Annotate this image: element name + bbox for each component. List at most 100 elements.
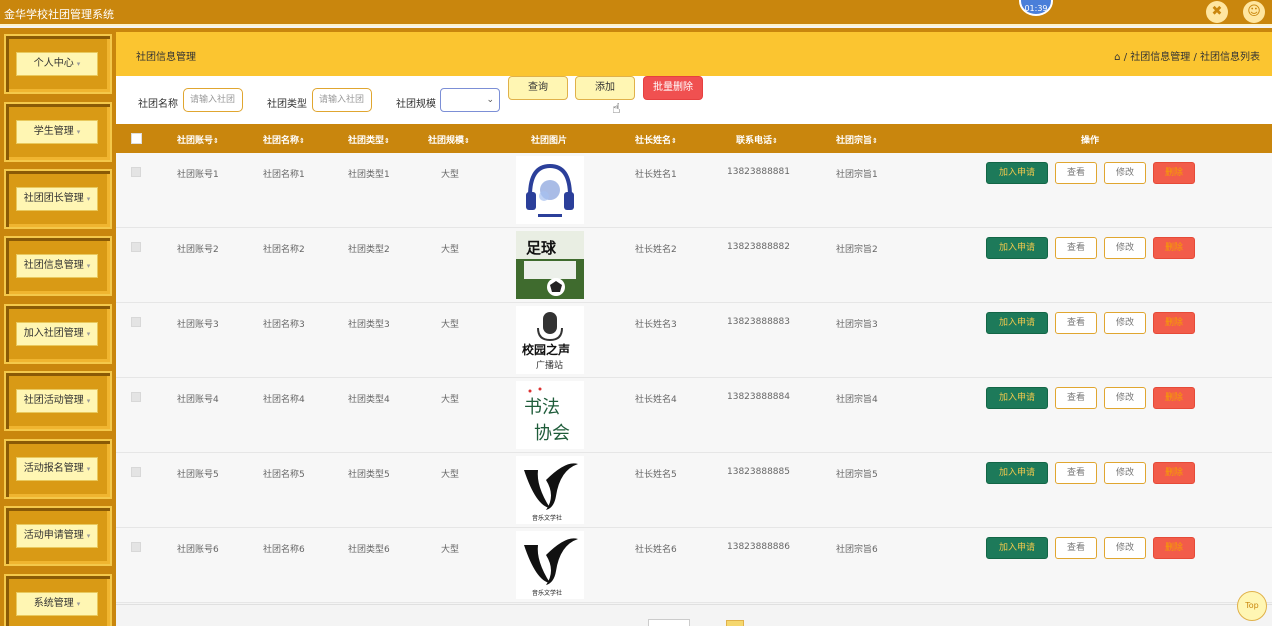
delete-button[interactable]: 删除 [1153,162,1195,184]
cell-leader: 社长姓名4 [635,395,677,405]
delete-button[interactable]: 删除 [1153,462,1195,484]
join-apply-button[interactable]: 加入申请 [986,237,1048,259]
sidebar-item-label: 社团信息管理 [23,260,84,271]
row-checkbox[interactable] [131,467,141,477]
delete-button[interactable]: 删除 [1153,387,1195,409]
breadcrumb: ⌂ / 社团信息管理 / 社团信息列表 [1114,48,1260,63]
edit-button[interactable]: 修改 [1104,162,1146,184]
chevron-down-icon: ▾ [86,532,91,540]
cell-scale: 大型 [441,395,460,405]
sidebar-item-system-management[interactable]: 系统管理 ▾ [4,574,112,626]
sidebar-item-label: 社团活动管理 [23,395,84,406]
edit-button[interactable]: 修改 [1104,462,1146,484]
sidebar-item-student-management[interactable]: 学生管理 ▾ [4,102,112,162]
header-phone[interactable]: 联系电话⇕ [736,133,778,146]
top-bar: 金华学校社团管理系统 01:39 ✖ ☺ [0,0,1272,26]
sidebar-item-application-management[interactable]: 活动申请管理 ▾ [4,506,112,566]
chevron-down-icon: ▾ [76,600,81,608]
view-button[interactable]: 查看 [1055,237,1097,259]
sidebar-item-club-info-management[interactable]: 社团信息管理 ▾ [4,236,112,296]
cell-type: 社团类型1 [348,170,390,180]
table-row: 社团账号2 社团名称2 社团类型2 大型 足球 社长姓名2 1382388888… [116,228,1272,303]
table-row: 社团账号6 社团名称6 社团类型6 大型 音乐文学社 社长姓名6 1382388… [116,528,1272,603]
sort-icon: ⇕ [671,137,677,145]
view-button[interactable]: 查看 [1055,162,1097,184]
sidebar-item-label: 活动申请管理 [23,530,84,541]
join-apply-button[interactable]: 加入申请 [986,312,1048,334]
pagination-bar [116,604,1272,626]
chevron-down-icon: ▾ [76,60,81,68]
add-button[interactable]: 添加 [575,76,635,100]
delete-button[interactable]: 删除 [1153,312,1195,334]
chevron-down-icon: ⌄ [486,95,494,105]
select-all-checkbox[interactable] [131,133,142,144]
table-row: 社团账号5 社团名称5 社团类型5 大型 音乐文学社 社长姓名5 1382388… [116,453,1272,528]
edit-button[interactable]: 修改 [1104,312,1146,334]
picture-text-association: 协会 [534,423,570,444]
cell-scale: 大型 [441,320,460,330]
join-apply-button[interactable]: 加入申请 [986,537,1048,559]
cell-phone: 13823888883 [727,317,790,327]
cell-name: 社团名称3 [263,320,305,330]
club-name-label: 社团名称 [138,99,178,110]
header-type[interactable]: 社团类型⇕ [348,133,390,146]
page-size-select[interactable] [648,619,690,626]
search-bar: 社团名称 请输入社团 社团类型 请输入社团 社团规模 ⌄ 查询 添加 批量删除 [116,76,1272,124]
row-checkbox[interactable] [131,242,141,252]
view-button[interactable]: 查看 [1055,387,1097,409]
delete-button[interactable]: 删除 [1153,237,1195,259]
row-checkbox[interactable] [131,542,141,552]
chevron-down-icon: ▾ [76,128,81,136]
join-apply-button[interactable]: 加入申请 [986,462,1048,484]
cell-account: 社团账号3 [177,320,219,330]
delete-button[interactable]: 删除 [1153,537,1195,559]
edit-button[interactable]: 修改 [1104,537,1146,559]
cell-type: 社团类型3 [348,320,390,330]
cell-type: 社团类型4 [348,395,390,405]
cell-type: 社团类型5 [348,470,390,480]
back-to-top-button[interactable]: Top [1237,591,1267,621]
club-type-input[interactable]: 请输入社团 [312,88,372,112]
page-number-button[interactable] [726,620,744,626]
club-scale-select[interactable]: ⌄ [440,88,500,112]
sidebar-item-join-management[interactable]: 加入社团管理 ▾ [4,304,112,364]
sort-icon: ⇕ [299,137,305,145]
row-checkbox[interactable] [131,392,141,402]
row-checkbox[interactable] [131,167,141,177]
fullscreen-icon[interactable]: ✖ [1206,1,1228,23]
cell-phone: 13823888886 [727,542,790,552]
chevron-down-icon: ▾ [86,397,91,405]
sidebar-item-label: 学生管理 [33,126,74,137]
cell-purpose: 社团宗旨5 [836,470,878,480]
cell-scale: 大型 [441,470,460,480]
edit-button[interactable]: 修改 [1104,237,1146,259]
header-scale[interactable]: 社团规模⇕ [428,133,470,146]
edit-button[interactable]: 修改 [1104,387,1146,409]
sidebar-item-activity-management[interactable]: 社团活动管理 ▾ [4,371,112,431]
view-button[interactable]: 查看 [1055,312,1097,334]
query-button[interactable]: 查询 [508,76,568,100]
join-apply-button[interactable]: 加入申请 [986,162,1048,184]
view-button[interactable]: 查看 [1055,537,1097,559]
header-leader[interactable]: 社长姓名⇕ [635,133,677,146]
header-name[interactable]: 社团名称⇕ [263,133,305,146]
user-icon[interactable]: ☺ [1243,1,1265,23]
chevron-down-icon: ▾ [86,262,91,270]
breadcrumb-text[interactable]: / 社团信息管理 / 社团信息列表 [1124,52,1260,63]
row-checkbox[interactable] [131,317,141,327]
club-name-input[interactable]: 请输入社团 [183,88,243,112]
join-apply-button[interactable]: 加入申请 [986,387,1048,409]
batch-delete-button[interactable]: 批量删除 [643,76,703,100]
cell-purpose: 社团宗旨1 [836,170,878,180]
header-account[interactable]: 社团账号⇕ [177,133,219,146]
header-purpose[interactable]: 社团宗旨⇕ [836,133,878,146]
view-button[interactable]: 查看 [1055,462,1097,484]
home-icon[interactable]: ⌂ [1114,52,1120,63]
picture-text-campus-voice: 校园之声 [522,342,570,357]
sidebar-item-registration-management[interactable]: 活动报名管理 ▾ [4,439,112,499]
cell-account: 社团账号5 [177,470,219,480]
club-picture-music-literature: 音乐文学社 [516,456,584,524]
sidebar-item-leader-management[interactable]: 社团团长管理 ▾ [4,169,112,229]
sidebar-item-personal-center[interactable]: 个人中心 ▾ [4,34,112,94]
club-picture-music-literature: 音乐文学社 [516,531,584,599]
